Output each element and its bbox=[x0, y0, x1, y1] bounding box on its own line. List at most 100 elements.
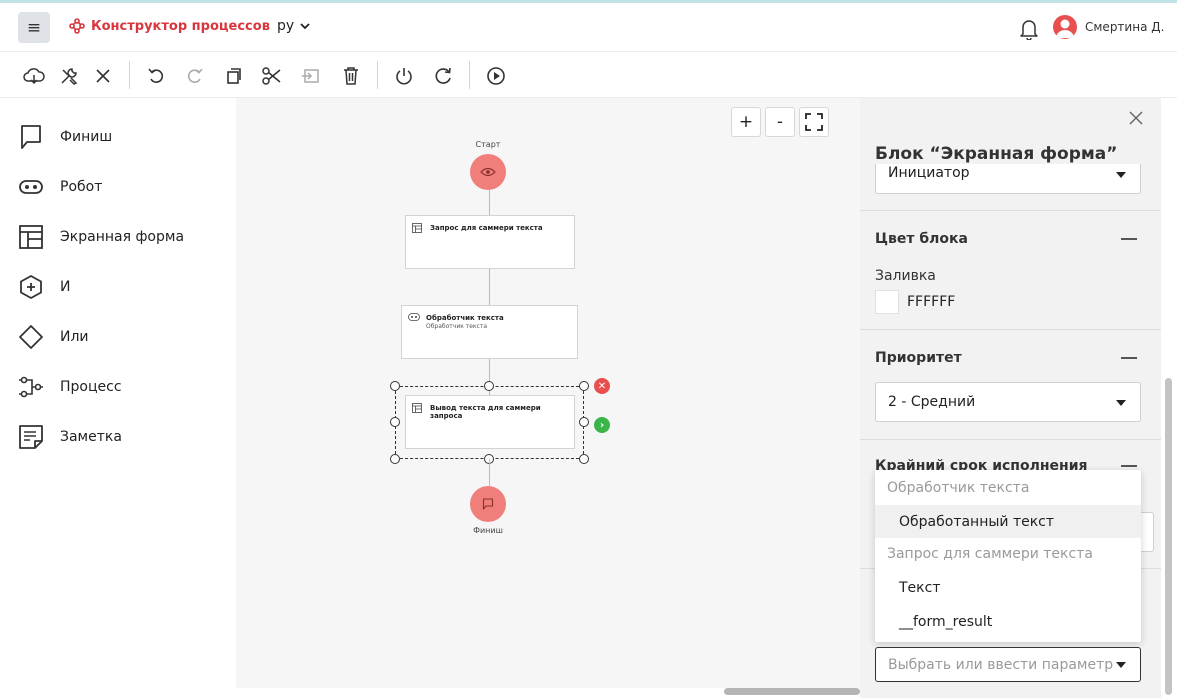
close-icon bbox=[96, 69, 110, 83]
paste-icon bbox=[302, 69, 319, 83]
finish-node[interactable] bbox=[470, 486, 506, 522]
collapse-section-button[interactable] bbox=[1121, 357, 1137, 359]
copy-icon bbox=[227, 68, 241, 84]
palette-item-label: И bbox=[60, 279, 71, 295]
delete-button[interactable] bbox=[339, 64, 363, 88]
toolbar-divider bbox=[377, 61, 378, 89]
panel-vertical-scrollbar[interactable] bbox=[1165, 378, 1172, 695]
parameter-select[interactable]: Выбрать или ввести параметр bbox=[875, 647, 1141, 682]
palette-item-label: Заметка bbox=[60, 429, 122, 445]
section-title-color: Цвет блока bbox=[875, 231, 968, 247]
app-title: Конструктор процессов bbox=[91, 18, 270, 34]
undo-button[interactable] bbox=[144, 64, 168, 88]
bell-icon bbox=[1020, 20, 1038, 41]
caret-down-icon bbox=[1116, 400, 1126, 406]
eye-icon bbox=[480, 167, 496, 177]
dropdown-option[interactable]: __form_result bbox=[875, 605, 1141, 638]
process-canvas[interactable]: + - Старт Запрос для саммери текста Обра… bbox=[236, 98, 860, 688]
or-gateway-icon bbox=[19, 325, 43, 349]
cut-button[interactable] bbox=[260, 64, 284, 88]
settings-tools-button[interactable] bbox=[57, 64, 81, 88]
resize-handle[interactable] bbox=[579, 454, 589, 464]
fit-screen-button[interactable] bbox=[799, 107, 829, 137]
language-value: ру bbox=[277, 18, 295, 34]
redo-button[interactable] bbox=[183, 64, 207, 88]
palette-item-process[interactable]: Процесс bbox=[18, 373, 122, 401]
palette-item-finish[interactable]: Финиш bbox=[18, 123, 112, 151]
flow-block[interactable]: Запрос для саммери текста bbox=[405, 215, 575, 269]
menu-button[interactable]: ≡ bbox=[18, 12, 50, 43]
robot-icon bbox=[19, 180, 43, 194]
zoom-in-button[interactable]: + bbox=[731, 107, 761, 137]
refresh-button[interactable] bbox=[431, 64, 455, 88]
copy-button[interactable] bbox=[222, 64, 246, 88]
executor-select[interactable]: Инициатор bbox=[875, 164, 1141, 194]
notifications-button[interactable] bbox=[1019, 18, 1039, 44]
toolbar-divider bbox=[469, 61, 470, 89]
palette-item-or[interactable]: Или bbox=[18, 323, 89, 351]
close-button[interactable] bbox=[91, 64, 115, 88]
section-title-priority: Приоритет bbox=[875, 350, 962, 366]
resize-handle[interactable] bbox=[484, 381, 494, 391]
panel-close-button[interactable] bbox=[1128, 110, 1148, 130]
zoom-out-button[interactable]: - bbox=[765, 107, 795, 137]
caret-down-icon bbox=[1116, 172, 1126, 178]
collapse-section-button[interactable] bbox=[1121, 238, 1137, 240]
panel-title: Блок “Экранная форма” bbox=[875, 144, 1118, 164]
delete-block-button[interactable]: ✕ bbox=[594, 378, 610, 394]
selection-frame bbox=[395, 386, 584, 459]
run-button[interactable] bbox=[484, 64, 508, 88]
cut-icon bbox=[262, 67, 281, 85]
flow-connector bbox=[489, 190, 490, 215]
resize-handle[interactable] bbox=[579, 381, 589, 391]
hamburger-icon: ≡ bbox=[26, 17, 42, 38]
block-palette: Финиш Робот Экранная форма И Или Процесс… bbox=[0, 98, 236, 698]
fill-label: Заливка bbox=[875, 268, 936, 284]
cloud-save-icon bbox=[23, 68, 45, 85]
section-divider bbox=[860, 329, 1161, 330]
close-icon bbox=[1129, 111, 1143, 125]
palette-item-label: Процесс bbox=[60, 379, 122, 395]
user-name[interactable]: Смертина Д. bbox=[1085, 20, 1164, 34]
resize-handle[interactable] bbox=[390, 381, 400, 391]
cloud-save-button[interactable] bbox=[22, 64, 46, 88]
canvas-horizontal-scrollbar[interactable] bbox=[724, 688, 860, 695]
close-icon: ✕ bbox=[597, 380, 607, 392]
section-divider bbox=[860, 439, 1161, 440]
palette-item-label: Финиш bbox=[60, 129, 113, 145]
and-gateway-icon bbox=[20, 274, 42, 300]
app-header: ≡ Конструктор процессов ру Смертина Д. bbox=[0, 3, 1177, 52]
palette-item-note[interactable]: Заметка bbox=[18, 423, 122, 451]
block-title: Запрос для саммери текста bbox=[430, 224, 543, 232]
language-selector[interactable]: ру bbox=[277, 18, 310, 34]
avatar[interactable] bbox=[1053, 15, 1077, 39]
paste-button[interactable] bbox=[299, 64, 323, 88]
power-button[interactable] bbox=[392, 64, 416, 88]
flow-block[interactable]: Обработчик текста Обработчик текста bbox=[401, 305, 578, 359]
redo-icon bbox=[187, 68, 203, 83]
fill-color-value[interactable]: FFFFFF bbox=[907, 294, 955, 310]
dropdown-option[interactable]: Текст bbox=[875, 571, 1141, 604]
dropdown-option[interactable]: Обработанный текст bbox=[875, 505, 1141, 538]
start-node[interactable] bbox=[470, 154, 506, 190]
palette-item-label: Экранная форма bbox=[60, 229, 185, 245]
palette-item-robot[interactable]: Робот bbox=[18, 173, 102, 201]
executor-value: Инициатор bbox=[888, 165, 970, 181]
palette-item-screen-form[interactable]: Экранная форма bbox=[18, 223, 184, 251]
fill-color-swatch[interactable] bbox=[875, 290, 899, 314]
brand[interactable]: Конструктор процессов bbox=[69, 18, 270, 34]
screen-form-icon bbox=[19, 225, 43, 249]
resize-handle[interactable] bbox=[390, 417, 400, 427]
chevron-right-icon: › bbox=[599, 419, 605, 431]
priority-select[interactable]: 2 - Средний bbox=[875, 382, 1141, 422]
resize-handle[interactable] bbox=[579, 417, 589, 427]
palette-item-and[interactable]: И bbox=[18, 273, 70, 301]
collapse-section-button[interactable] bbox=[1121, 465, 1137, 467]
parameter-dropdown: Обработчик текста Обработанный текст Зап… bbox=[875, 470, 1141, 642]
section-divider bbox=[860, 210, 1161, 211]
next-block-button[interactable]: › bbox=[594, 417, 610, 433]
resize-handle[interactable] bbox=[390, 454, 400, 464]
flag-icon bbox=[482, 498, 494, 510]
note-icon bbox=[19, 425, 43, 449]
dropdown-group-label: Обработчик текста bbox=[887, 480, 1030, 496]
